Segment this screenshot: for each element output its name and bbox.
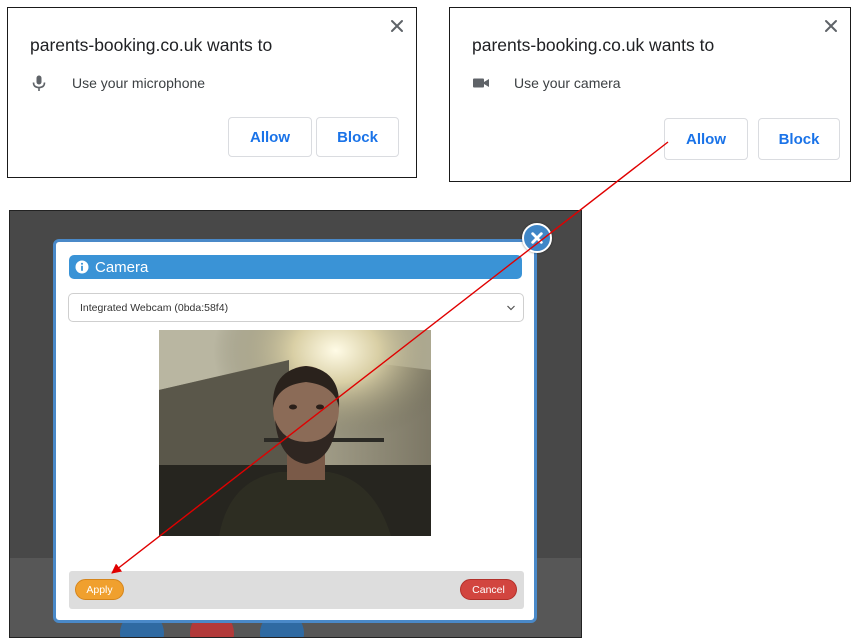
- permission-row: Use your microphone: [30, 72, 205, 94]
- camera-preview-image: [159, 330, 431, 536]
- camera-select[interactable]: Integrated Webcam (0bda:58f4): [68, 293, 524, 322]
- dialog-title: Camera: [95, 258, 149, 276]
- microphone-permission-prompt: parents-booking.co.uk wants to Use your …: [7, 7, 417, 178]
- microphone-icon: [32, 75, 46, 91]
- prompt-title: parents-booking.co.uk wants to: [472, 35, 715, 55]
- chevron-down-icon: [507, 305, 515, 311]
- permission-row: Use your camera: [472, 72, 621, 94]
- camera-permission-prompt: parents-booking.co.uk wants to Use your …: [449, 7, 851, 182]
- allow-button[interactable]: Allow: [664, 118, 748, 160]
- close-icon[interactable]: [822, 17, 840, 35]
- close-icon[interactable]: [522, 223, 552, 253]
- permission-label: Use your camera: [514, 75, 621, 91]
- block-button[interactable]: Block: [758, 118, 840, 160]
- apply-button[interactable]: Apply: [75, 579, 124, 600]
- camera-select-value: Integrated Webcam (0bda:58f4): [80, 301, 229, 314]
- permission-label: Use your microphone: [72, 75, 206, 91]
- info-icon: [75, 260, 89, 274]
- dialog-header: Camera: [69, 255, 522, 279]
- dialog-footer: Apply Cancel: [69, 571, 524, 609]
- video-camera-icon: [473, 78, 489, 88]
- allow-button[interactable]: Allow: [228, 117, 312, 157]
- block-button[interactable]: Block: [316, 117, 399, 157]
- close-icon[interactable]: [388, 17, 406, 35]
- camera-dialog: Camera Integrated Webcam (0bda:58f4) App…: [53, 239, 537, 623]
- cancel-button[interactable]: Cancel: [460, 579, 517, 600]
- prompt-title: parents-booking.co.uk wants to: [30, 35, 273, 55]
